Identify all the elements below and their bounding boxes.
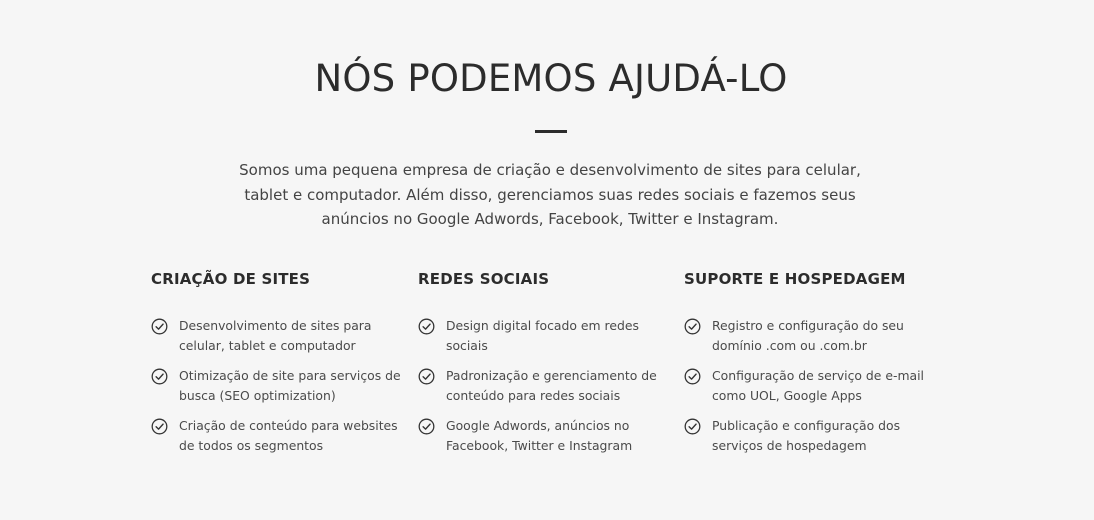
column-title: SUPORTE E HOSPEDAGEM [684, 270, 906, 288]
section-intro: Somos uma pequena empresa de criação e d… [239, 161, 861, 228]
list-item-text: Google Adwords, anúncios no Facebook, Tw… [446, 418, 633, 453]
list-item: Google Adwords, anúncios no Facebook, Tw… [418, 416, 668, 466]
check-circle-icon [418, 418, 435, 435]
column-title: CRIAÇÃO DE SITES [151, 270, 311, 288]
services-column-redes-sociais: REDES SOCIAIS Design digital focado em r… [418, 268, 668, 466]
list-item: Registro e configuração do seu domínio .… [684, 316, 934, 366]
list-item: Padronização e gerenciamento de conteúdo… [418, 366, 668, 416]
list-item: Desenvolvimento de sites para celular, t… [151, 316, 401, 366]
check-circle-icon [151, 318, 168, 335]
column-title: REDES SOCIAIS [418, 270, 550, 288]
list-item: Publicação e configuração dos serviços d… [684, 416, 934, 466]
check-circle-icon [151, 368, 168, 385]
check-circle-icon [418, 368, 435, 385]
title-divider [535, 130, 567, 133]
list-item-text: Configuração de serviço de e-mail como U… [712, 368, 924, 403]
list-item-text: Publicação e configuração dos serviços d… [712, 418, 901, 453]
list-item: Criação de conteúdo para websites de tod… [151, 416, 401, 466]
list-item-text: Criação de conteúdo para websites de tod… [179, 418, 398, 453]
list-item-text: Otimização de site para serviços de busc… [179, 368, 401, 403]
list-item-text: Design digital focado em redes sociais [446, 318, 639, 353]
list-item-text: Padronização e gerenciamento de conteúdo… [446, 368, 657, 403]
list-item-text: Registro e configuração do seu domínio .… [712, 318, 904, 353]
check-circle-icon [684, 318, 701, 335]
check-circle-icon [684, 418, 701, 435]
services-column-criacao-de-sites: CRIAÇÃO DE SITES Desenvolvimento de site… [151, 268, 401, 466]
check-circle-icon [151, 418, 168, 435]
section-title: NÓS PODEMOS AJUDÁ-LO [314, 57, 788, 100]
list-item-text: Desenvolvimento de sites para celular, t… [179, 318, 372, 353]
check-circle-icon [418, 318, 435, 335]
services-column-suporte-e-hospedagem: SUPORTE E HOSPEDAGEM Registro e configur… [684, 268, 934, 466]
list-item: Design digital focado em redes sociais [418, 316, 668, 366]
list-item: Configuração de serviço de e-mail como U… [684, 366, 934, 416]
check-circle-icon [684, 368, 701, 385]
list-item: Otimização de site para serviços de busc… [151, 366, 401, 416]
